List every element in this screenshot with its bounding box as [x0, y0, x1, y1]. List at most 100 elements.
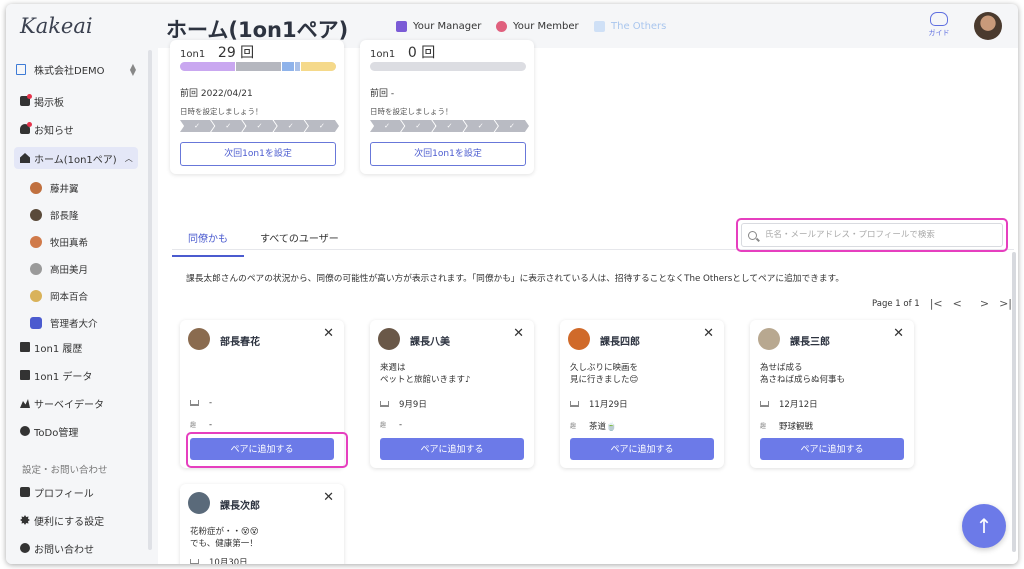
- view-tab-your-member[interactable]: Your Member: [496, 21, 579, 32]
- sidebar-item-contact[interactable]: お問い合わせ: [14, 537, 138, 559]
- close-icon[interactable]: ✕: [323, 326, 334, 341]
- avatar: [30, 209, 42, 221]
- sidebar-item-settings[interactable]: 便利にする設定: [14, 509, 138, 531]
- pair-count: 1on1 29 回: [180, 45, 255, 61]
- view-tab-your-manager[interactable]: Your Manager: [396, 21, 481, 32]
- sidebar-member-1[interactable]: 部長隆: [30, 205, 79, 225]
- avatar: [758, 328, 780, 350]
- survey-icon: [20, 399, 30, 408]
- others-icon: [594, 21, 605, 32]
- cake-icon: [760, 401, 769, 407]
- first-page-button[interactable]: |<: [930, 297, 943, 310]
- tab-colleagues[interactable]: 同僚かも: [172, 226, 244, 257]
- set-next-1on1-button[interactable]: 次回1on1を設定: [180, 142, 336, 166]
- settings-section-label: 設定・お問い合わせ: [22, 465, 108, 476]
- sidebar: Kakeai 株式会社DEMO ▲ ▼ 掲示板 お知らせ ホーム(1on1ペア) …: [6, 4, 152, 564]
- sidebar-item-home[interactable]: ホーム(1on1ペア) ︿: [14, 147, 138, 169]
- bar-segment: [234, 62, 282, 71]
- profile-icon: [20, 487, 30, 497]
- pair-history-bar: [370, 62, 526, 71]
- add-pair-button[interactable]: ペアに追加する: [570, 438, 714, 460]
- content-scrollbar[interactable]: [1012, 252, 1016, 552]
- close-icon[interactable]: ✕: [513, 326, 524, 341]
- bar-segment: [300, 62, 336, 71]
- sidebar-member-2[interactable]: 牧田真希: [30, 232, 88, 252]
- avatar: [30, 290, 42, 302]
- tab-all-users[interactable]: すべてのユーザー: [244, 226, 355, 257]
- history-icon: [20, 342, 30, 352]
- pair-count: 1on1 0 回: [370, 45, 436, 61]
- sidebar-item-profile[interactable]: プロフィール: [14, 481, 138, 503]
- app-logo: Kakeai: [20, 14, 93, 38]
- home-icon: [20, 153, 30, 163]
- add-pair-highlight: [186, 432, 348, 468]
- help-icon: [20, 543, 30, 553]
- page-indicator: Page 1 of 1: [872, 298, 920, 309]
- pair-steps: ✓ ✓ ✓ ✓ ✓: [180, 120, 340, 132]
- scroll-to-top-button[interactable]: ↑: [962, 504, 1006, 548]
- hobby-icon: 趣: [570, 422, 577, 430]
- sidebar-item-label: 掲示板: [34, 97, 64, 109]
- company-selector[interactable]: 株式会社DEMO ▲ ▼: [16, 62, 136, 77]
- user-name: 課長四郎: [600, 337, 640, 348]
- sidebar-item-todo[interactable]: ToDo管理: [14, 420, 138, 442]
- guide-button[interactable]: ガイド: [926, 12, 952, 38]
- bell-icon: [20, 122, 32, 134]
- search-box: [741, 223, 1003, 247]
- colleague-description: 課長太郎さんのペアの状況から、同僚の可能性が高い方が表示されます。「同僚かも」に…: [186, 274, 845, 284]
- user-message: 花粉症が・・😵😵 でも、健康第一！: [190, 527, 259, 549]
- add-pair-button[interactable]: ペアに追加する: [380, 438, 524, 460]
- close-icon[interactable]: ✕: [893, 326, 904, 341]
- user-name: 課長八美: [410, 337, 450, 348]
- user-card: 課長三郎 ✕ 為せば成る 為さねば成らぬ何事も 12月12日 趣野球観戦 ペアに…: [750, 320, 914, 468]
- cake-icon: [380, 401, 389, 407]
- next-page-button[interactable]: >: [980, 297, 989, 310]
- hobby-icon: 趣: [190, 421, 197, 429]
- todo-icon: [20, 426, 30, 436]
- close-icon[interactable]: ✕: [703, 326, 714, 341]
- sidebar-member-4[interactable]: 岡本百合: [30, 286, 88, 306]
- user-message: 久しぶりに映画を 見に行きました😊: [570, 363, 639, 385]
- avatar: [30, 182, 42, 194]
- sidebar-item-history[interactable]: 1on1 履歴: [14, 336, 138, 358]
- avatar: [378, 328, 400, 350]
- sidebar-scrollbar[interactable]: [148, 50, 152, 550]
- sidebar-member-5[interactable]: 管理者大介: [30, 313, 98, 333]
- pair-previous-date: 前回 -: [370, 89, 395, 99]
- sidebar-item-label: お知らせ: [34, 125, 74, 137]
- sidebar-member-3[interactable]: 高田美月: [30, 259, 88, 279]
- building-icon: [16, 64, 26, 75]
- sidebar-item-survey[interactable]: サーベイデータ: [14, 392, 138, 414]
- bar-segment: [281, 62, 294, 71]
- company-name: 株式会社DEMO: [34, 66, 105, 77]
- pair-previous-date: 前回 2022/04/21: [180, 89, 253, 99]
- avatar: [188, 328, 210, 350]
- view-tab-the-others[interactable]: The Others: [594, 21, 666, 32]
- pagination: Page 1 of 1 |< < > >|: [872, 297, 1012, 310]
- user-card: 課長次郎 ✕ 花粉症が・・😵😵 でも、健康第一！ 10月30日: [180, 484, 344, 564]
- pair-card: 1on1 29 回 前回 2022/04/21 日時を設定しましょう！ ✓ ✓ ✓ ✓…: [170, 40, 344, 174]
- avatar: [30, 236, 42, 248]
- search-input[interactable]: [765, 230, 985, 240]
- sidebar-item-notice[interactable]: お知らせ: [14, 118, 138, 140]
- sidebar-member-0[interactable]: 藤井翼: [30, 178, 79, 198]
- hobby-row: 趣野球観戦: [760, 422, 814, 432]
- pair-hint: 日時を設定しましょう！: [370, 107, 453, 116]
- sidebar-item-data[interactable]: 1on1 データ: [14, 364, 138, 386]
- chevron-up-icon: ︿: [124, 153, 133, 163]
- close-icon[interactable]: ✕: [323, 490, 334, 505]
- user-name: 部長春花: [220, 337, 260, 348]
- prev-page-button[interactable]: <: [953, 297, 962, 310]
- user-avatar[interactable]: [974, 12, 1002, 40]
- user-name: 課長三郎: [790, 337, 830, 348]
- bar-segment: [180, 62, 235, 71]
- last-page-button[interactable]: >|: [999, 297, 1012, 310]
- add-pair-button[interactable]: ペアに追加する: [760, 438, 904, 460]
- sidebar-item-board[interactable]: 掲示板: [14, 90, 138, 112]
- hobby-icon: 趣: [760, 422, 767, 430]
- birthday-row: -: [190, 398, 212, 408]
- birthday-row: 9月9日: [380, 398, 427, 410]
- search-highlight: [736, 218, 1008, 252]
- user-message: 為せば成る 為さねば成らぬ何事も: [760, 363, 846, 385]
- set-next-1on1-button[interactable]: 次回1on1を設定: [370, 142, 526, 166]
